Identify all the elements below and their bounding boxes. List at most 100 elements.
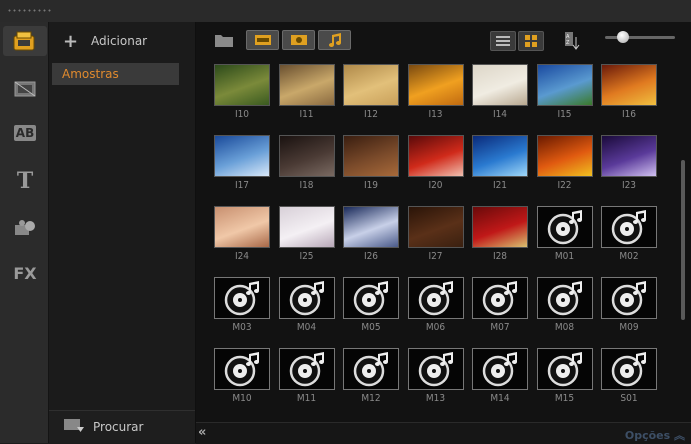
music-disc-icon [214,277,270,319]
media-library-icon[interactable] [3,26,47,56]
clip-thumbnail [472,206,528,248]
audio-clip-tile[interactable]: M06 [407,277,464,337]
image-clip-tile[interactable]: I21 [472,135,528,195]
folder-panel: + Adicionar Amostras Procurar [49,22,196,443]
clip-label: M13 [425,393,446,404]
music-disc-icon [472,277,528,319]
clip-thumbnail [278,206,335,248]
clip-thumbnail [407,206,464,248]
image-clip-tile[interactable]: I14 [472,64,528,124]
library-toolbar: AZ [196,22,691,58]
clip-label: M15 [554,393,575,404]
clip-label: M11 [296,393,317,404]
clip-label: I13 [428,109,443,120]
transition-icon[interactable]: AB [8,118,42,148]
vertical-scrollbar[interactable] [681,160,685,320]
audio-filter-button[interactable] [318,30,351,50]
clip-thumbnail [343,135,399,177]
drag-grip[interactable] [7,8,53,14]
video-filter-button[interactable] [246,30,279,50]
clip-label: I18 [299,180,314,191]
clip-label: M08 [554,322,575,333]
view-mode-group [490,31,544,51]
music-disc-icon [472,348,528,390]
audio-clip-tile[interactable]: M03 [214,277,270,337]
audio-clip-tile[interactable]: M09 [601,277,657,337]
title-bar[interactable] [0,0,691,23]
audio-clip-tile[interactable]: M02 [601,206,657,266]
sort-button[interactable]: AZ [562,30,582,52]
options-button[interactable]: Opções ︽ [625,427,685,443]
clip-label: I15 [557,109,572,120]
audio-clip-tile[interactable]: M13 [407,348,464,408]
clip-thumbnail [214,135,270,177]
image-clip-tile[interactable]: I22 [536,135,593,195]
audio-clip-tile[interactable]: M08 [536,277,593,337]
image-clip-tile[interactable]: I11 [278,64,335,124]
clip-label: I19 [363,180,379,191]
fx-filter-icon[interactable]: FX [8,258,42,288]
image-clip-tile[interactable]: I26 [343,206,399,266]
music-note-icon [328,33,341,47]
thumbnail-size-slider[interactable] [605,31,675,43]
clip-label: I14 [492,109,508,120]
clip-label: I11 [299,109,314,120]
image-clip-tile[interactable]: I20 [407,135,464,195]
add-label: Adicionar [91,34,148,48]
browse-button[interactable]: Procurar [49,410,195,443]
video-filter-icon[interactable] [8,74,42,104]
music-disc-icon [601,206,657,248]
list-view-button[interactable] [490,31,516,51]
clip-label: I24 [234,251,250,262]
slider-knob[interactable] [617,31,629,43]
audio-clip-tile[interactable]: S01 [601,348,657,408]
music-disc-icon [601,277,657,319]
image-clip-tile[interactable]: I16 [601,64,657,124]
image-filter-button[interactable] [282,30,315,50]
audio-clip-tile[interactable]: M04 [278,277,335,337]
grid-icon [525,35,537,47]
image-icon [290,35,307,45]
folder-item-amostras[interactable]: Amostras [52,63,179,85]
folder-icon[interactable] [214,32,234,52]
image-clip-tile[interactable]: I24 [214,206,270,266]
audio-clip-tile[interactable]: M11 [278,348,335,408]
clip-label: I27 [428,251,443,262]
title-icon[interactable]: T [8,166,42,196]
image-clip-tile[interactable]: I19 [343,135,399,195]
image-clip-tile[interactable]: I17 [214,135,270,195]
add-folder-button[interactable]: + Adicionar [49,28,195,54]
image-clip-tile[interactable]: I27 [407,206,464,266]
music-disc-icon [214,348,270,390]
browse-label: Procurar [93,420,144,434]
clip-label: I25 [299,251,314,262]
audio-clip-tile[interactable]: M12 [343,348,399,408]
clip-thumbnail [343,64,399,106]
clip-label: S01 [620,393,638,404]
clip-label: M14 [490,393,510,404]
library-content: AZ I10 I11 I12 I13 I14 I15 I16 I17 I18 I19 I20 I21 I… [196,22,691,443]
music-disc-icon [536,206,593,248]
audio-clip-tile[interactable]: M05 [343,277,399,337]
clip-label: M10 [232,393,252,404]
clip-label: I20 [428,180,443,191]
clip-label: I23 [621,180,637,191]
image-clip-tile[interactable]: I13 [407,64,464,124]
audio-clip-tile[interactable]: M15 [536,348,593,408]
image-clip-tile[interactable]: I15 [536,64,593,124]
collapse-panel-button[interactable]: « [198,425,206,440]
graphic-icon[interactable] [8,214,42,244]
thumbnail-view-button[interactable] [518,31,544,51]
image-clip-tile[interactable]: I23 [601,135,657,195]
clip-thumbnail [214,206,270,248]
image-clip-tile[interactable]: I10 [214,64,270,124]
image-clip-tile[interactable]: I12 [343,64,399,124]
audio-clip-tile[interactable]: M10 [214,348,270,408]
image-clip-tile[interactable]: I18 [278,135,335,195]
audio-clip-tile[interactable]: M14 [472,348,528,408]
clip-thumbnail [601,135,657,177]
audio-clip-tile[interactable]: M07 [472,277,528,337]
audio-clip-tile[interactable]: M01 [536,206,593,266]
image-clip-tile[interactable]: I28 [472,206,528,266]
image-clip-tile[interactable]: I25 [278,206,335,266]
